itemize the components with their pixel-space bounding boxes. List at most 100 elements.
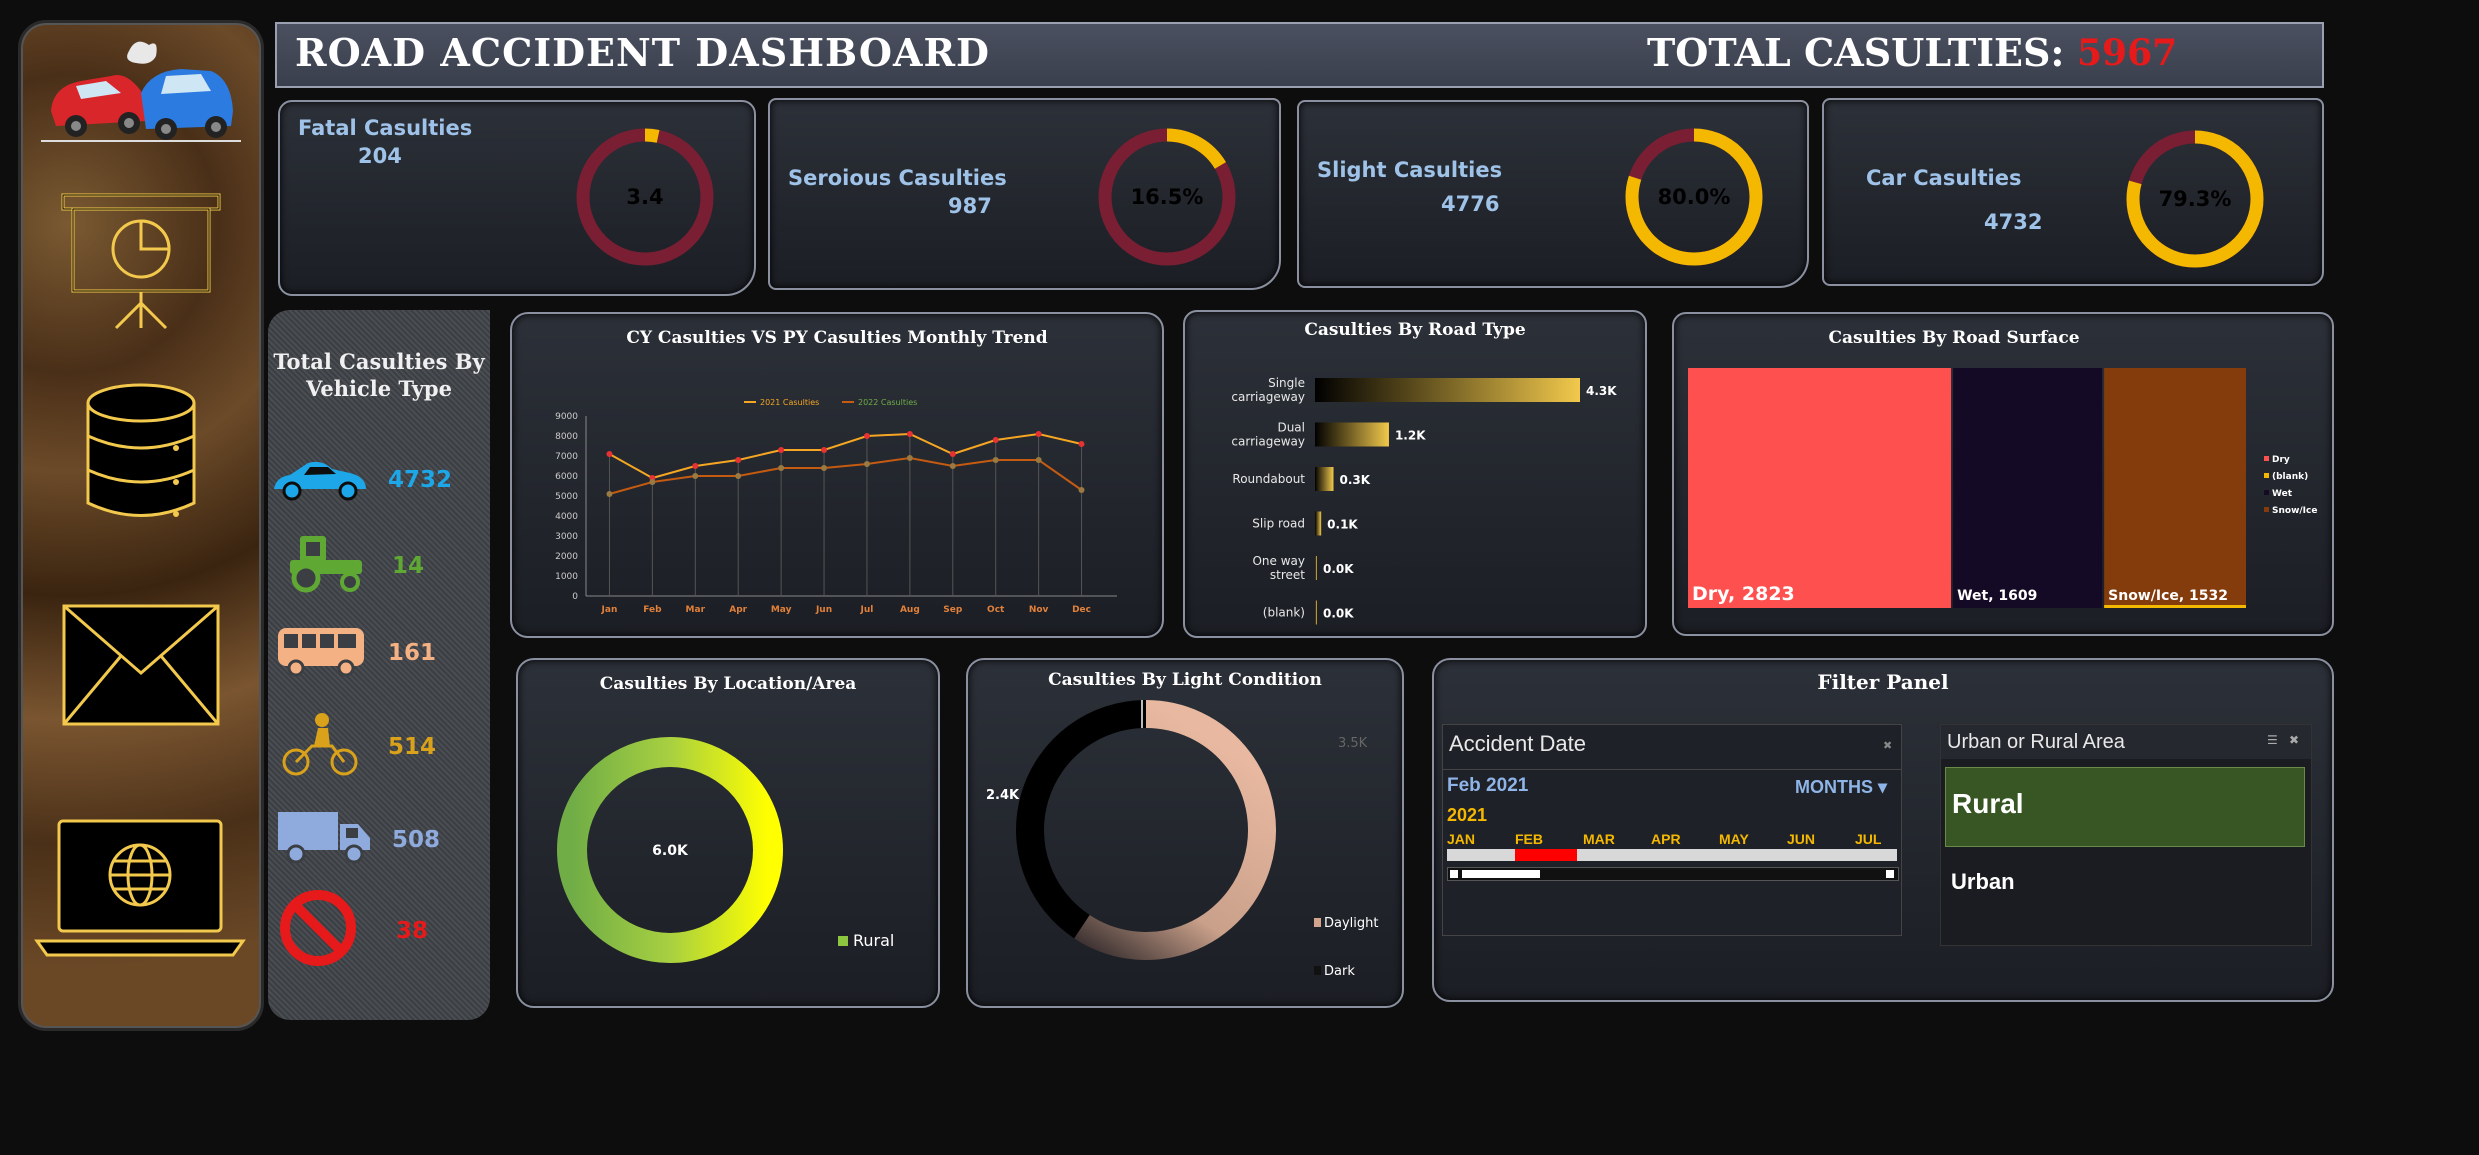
bar xyxy=(1315,467,1334,491)
data-point xyxy=(1078,487,1085,493)
x-tick-label: May xyxy=(771,605,792,615)
category-label: Dual xyxy=(1277,421,1305,435)
timeline-level: MONTHS xyxy=(1795,777,1873,797)
y-tick-label: 9000 xyxy=(555,412,578,422)
timeline-track[interactable] xyxy=(1447,849,1897,861)
divider xyxy=(1443,769,1901,770)
chart-title: Casulties By Location/Area xyxy=(599,674,857,694)
kpi-card-fatal: Fatal Casulties 204 3.4 xyxy=(278,100,756,296)
timeline-month-may[interactable]: MAY xyxy=(1719,831,1749,847)
category-label: Single xyxy=(1268,376,1305,390)
treemap-tile xyxy=(1688,368,1952,608)
x-tick-label: Mar xyxy=(686,605,706,615)
legend-label: Dry xyxy=(2272,455,2290,465)
data-point xyxy=(606,451,613,457)
treemap-plot: Dry, 2823 Wet, 1609 Snow/Ice, 1532 Dry (blan… xyxy=(1688,368,2317,608)
legend-swatch xyxy=(2264,456,2269,461)
legend-swatch xyxy=(2264,490,2269,495)
multi-select-icon[interactable]: ☰ xyxy=(2267,733,2278,747)
kpi-label: Fatal Casulties xyxy=(298,116,473,140)
y-tick-label: 2000 xyxy=(555,552,578,562)
x-tick-label: Aug xyxy=(900,605,920,615)
kpi-card-car: Car Casulties 4732 79.3% xyxy=(1822,98,2324,286)
data-point xyxy=(1035,431,1042,437)
label-daylight-value: 3.5K xyxy=(1338,736,1368,751)
presentation-chart-icon[interactable] xyxy=(51,183,231,333)
scroll-thumb[interactable] xyxy=(1462,870,1540,878)
bar xyxy=(1315,378,1580,402)
clear-filter-icon[interactable]: ✖ xyxy=(1883,739,1892,752)
accident-cars-icon xyxy=(41,41,241,142)
kpi-label: Slight Casulties xyxy=(1317,158,1503,182)
legend-label: (blank) xyxy=(2272,472,2308,482)
donut-slice-dark xyxy=(1016,700,1147,939)
series-line-1 xyxy=(608,432,1082,480)
x-tick-label: Oct xyxy=(987,605,1005,615)
bar-value-label: 4.3K xyxy=(1586,384,1617,398)
bus-icon xyxy=(278,628,364,677)
bar-value-label: 0.0K xyxy=(1323,607,1354,621)
bar-value-label: 0.1K xyxy=(1327,518,1358,532)
bar xyxy=(1315,600,1317,625)
legend-swatch xyxy=(2264,507,2269,512)
y-tick-label: 4000 xyxy=(555,512,578,522)
scroll-right-button[interactable] xyxy=(1886,870,1894,878)
clear-filter-icon[interactable]: ✖ xyxy=(2289,733,2299,747)
database-icon[interactable] xyxy=(76,378,206,528)
treemap-label: Dry, 2823 xyxy=(1692,583,1795,605)
data-point xyxy=(1078,441,1085,447)
light-condition-chart: Casulties By Light Condition 3.5K 2.4K D… xyxy=(966,658,1404,1008)
mail-icon[interactable] xyxy=(56,598,226,733)
page-title: ROAD ACCIDENT DASHBOARD xyxy=(295,30,990,75)
filter-panel: Filter Panel Accident Date ✖ Feb 2021 MO… xyxy=(1432,658,2334,1002)
timeline-month-jan[interactable]: JAN xyxy=(1447,831,1475,847)
laptop-globe-icon[interactable] xyxy=(29,813,251,963)
category-label: street xyxy=(1270,568,1305,582)
bar xyxy=(1315,511,1322,536)
x-tick-label: Nov xyxy=(1029,605,1049,615)
vehicle-type-panel: Total Casulties By Vehicle Type 4732 14 … xyxy=(268,310,490,1020)
series-line-2 xyxy=(609,456,1083,495)
location-chart: Casulties By Location/Area 6.0K Rural xyxy=(516,658,940,1008)
category-label: (blank) xyxy=(1263,606,1305,620)
timeline-month-mar[interactable]: MAR xyxy=(1583,831,1615,847)
vehicle-value-tractor: 14 xyxy=(392,553,425,579)
timeline-month-apr[interactable]: APR xyxy=(1651,831,1681,847)
timeline-month-jul[interactable]: JUL xyxy=(1855,831,1881,847)
legend-2022: 2022 Casulties xyxy=(858,398,917,407)
kpi-label: Seroious Casulties xyxy=(788,166,1007,190)
legend-dark: Dark xyxy=(1324,964,1355,979)
kpi-percent: 80.0% xyxy=(1658,185,1731,209)
data-point xyxy=(906,455,913,461)
kpi-donut: 80.0% xyxy=(1625,128,1763,266)
timeline-selection[interactable] xyxy=(1515,849,1577,861)
legend-label: Snow/Ice xyxy=(2272,506,2317,516)
legend-swatch xyxy=(2264,473,2269,478)
prohibited-icon xyxy=(280,890,356,966)
legend-2021: 2021 Casulties xyxy=(760,398,819,407)
data-point xyxy=(949,463,956,469)
bar-value-label: 0.3K xyxy=(1339,473,1370,487)
treemap-label: Wet, 1609 xyxy=(1957,588,2037,604)
slicer-option-urban[interactable]: Urban xyxy=(1945,853,2303,913)
kpi-value: 4732 xyxy=(1984,210,2043,234)
scroll-left-button[interactable] xyxy=(1450,870,1458,878)
motorcycle-icon xyxy=(282,713,358,776)
slicer-option-rural[interactable]: Rural xyxy=(1945,767,2305,847)
kpi-percent: 79.3% xyxy=(2159,187,2232,211)
kpi-label: Car Casulties xyxy=(1866,166,2022,190)
y-tick-label: 5000 xyxy=(555,492,578,502)
kpi-donut: 79.3% xyxy=(2126,130,2264,268)
timeline-scrollbar[interactable] xyxy=(1447,867,1899,881)
slicer-title: Accident Date xyxy=(1449,731,1586,756)
timeline-level-dropdown[interactable]: MONTHS ▾ xyxy=(1795,777,1887,798)
timeline-month-feb[interactable]: FEB xyxy=(1515,831,1543,847)
legend-daylight: Daylight xyxy=(1324,916,1378,931)
option-label: Urban xyxy=(1951,869,2015,894)
area-slicer: Urban or Rural Area ☰ ✖ Rural Urban xyxy=(1940,724,2312,946)
category-label: carriageway xyxy=(1231,435,1305,449)
timeline-month-jun[interactable]: JUN xyxy=(1787,831,1815,847)
kpi-donut: 16.5% xyxy=(1098,128,1236,266)
total-casualties-value: 5967 xyxy=(2077,32,2178,74)
y-tick-label: 3000 xyxy=(555,532,578,542)
